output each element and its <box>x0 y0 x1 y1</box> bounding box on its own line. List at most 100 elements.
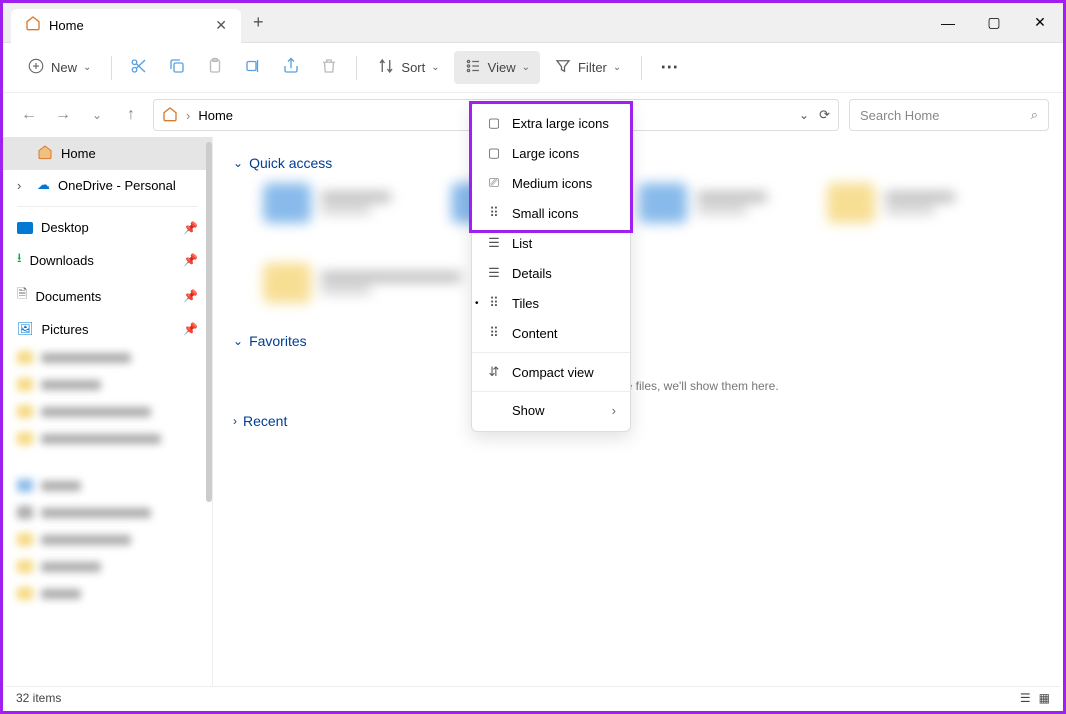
separator <box>356 56 357 80</box>
tab-close-button[interactable]: ✕ <box>215 17 227 34</box>
pictures-icon: 🖼 <box>17 321 34 337</box>
menu-item-compact-view[interactable]: ⇵Compact view <box>472 357 630 387</box>
home-icon <box>37 144 53 163</box>
copy-button[interactable] <box>160 51 194 84</box>
l-icons-icon: ▢ <box>486 145 502 161</box>
pin-icon: 📌 <box>183 289 198 303</box>
view-button[interactable]: View ⌄ <box>454 51 540 84</box>
sidebar-item-blurred[interactable] <box>3 425 212 452</box>
forward-button[interactable]: → <box>51 103 75 127</box>
details-view-toggle[interactable]: ☰ <box>1020 691 1031 705</box>
sort-icon <box>377 57 395 78</box>
rename-button[interactable] <box>236 51 270 84</box>
home-icon <box>162 106 178 125</box>
document-icon: 🗎 <box>17 285 27 307</box>
menu-item-list[interactable]: ☰List <box>472 228 630 258</box>
chevron-down-icon: ⌄ <box>431 62 439 73</box>
menu-item-small-icons[interactable]: ⠿Small icons <box>472 198 630 228</box>
scrollbar[interactable] <box>206 142 212 502</box>
menu-item-medium-icons[interactable]: ⎚Medium icons <box>472 168 630 198</box>
tiles-icon: ⠿ <box>486 295 502 311</box>
recent-header[interactable]: › Recent <box>233 413 1043 429</box>
tab-label: Home <box>49 18 84 33</box>
menu-item-extra-large-icons[interactable]: ▢Extra large icons <box>472 108 630 138</box>
sidebar-item-label: OneDrive - Personal <box>58 178 176 193</box>
chevron-down-icon[interactable]: ⌄ <box>799 108 809 122</box>
sidebar-item-downloads[interactable]: ⭳ Downloads 📌 <box>3 242 212 278</box>
sidebar-item-documents[interactable]: 🗎 Documents 📌 <box>3 278 212 314</box>
minimize-button[interactable]: — <box>925 3 971 43</box>
list-item[interactable] <box>827 183 955 223</box>
chevron-right-icon: › <box>17 178 29 193</box>
new-tab-button[interactable]: + <box>253 12 264 33</box>
filter-icon <box>554 57 572 78</box>
favorites-header[interactable]: ⌄ Favorites <box>233 333 1043 349</box>
chevron-down-icon: ⌄ <box>233 334 243 348</box>
menu-item-details[interactable]: ☰Details <box>472 258 630 288</box>
sidebar-item-blurred[interactable] <box>3 526 212 553</box>
sidebar-item-blurred[interactable] <box>3 499 212 526</box>
sidebar-item-pictures[interactable]: 🖼 Pictures 📌 <box>3 314 212 344</box>
favorites-empty-message: After you've pinned some files, we'll sh… <box>233 379 1043 393</box>
scissors-icon <box>130 57 148 78</box>
sidebar-item-label: Downloads <box>30 253 94 268</box>
menu-item-large-icons[interactable]: ▢Large icons <box>472 138 630 168</box>
titlebar: Home ✕ + — ▢ ✕ <box>3 3 1063 43</box>
sidebar-item-blurred[interactable] <box>3 553 212 580</box>
pin-icon: 📌 <box>183 221 198 235</box>
paste-button[interactable] <box>198 51 232 84</box>
pin-icon: 📌 <box>183 322 198 336</box>
list-item[interactable] <box>263 263 1043 303</box>
desktop-icon <box>17 222 33 234</box>
breadcrumb-home[interactable]: Home <box>198 108 233 123</box>
clipboard-icon <box>206 57 224 78</box>
quick-access-grid <box>263 183 1043 303</box>
chevron-down-icon: ⌄ <box>233 156 243 170</box>
sidebar-item-blurred[interactable] <box>3 371 212 398</box>
view-icon <box>464 57 482 78</box>
details-icon: ☰ <box>486 265 502 281</box>
chevron-down-icon[interactable]: ⌄ <box>85 103 109 127</box>
status-bar: 32 items ☰ ▦ <box>6 686 1060 708</box>
back-button[interactable]: ← <box>17 103 41 127</box>
sidebar-item-blurred[interactable] <box>3 344 212 371</box>
more-button[interactable]: ⋯ <box>652 51 686 84</box>
new-button[interactable]: New ⌄ <box>17 51 101 84</box>
sidebar-item-blurred[interactable] <box>3 580 212 607</box>
menu-item-content[interactable]: ⠿Content <box>472 318 630 348</box>
tab-home[interactable]: Home ✕ <box>11 9 241 43</box>
delete-button[interactable] <box>312 51 346 84</box>
chevron-down-icon: ⌄ <box>522 62 530 73</box>
sidebar-item-home[interactable]: Home <box>3 137 212 170</box>
sidebar-item-label: Pictures <box>42 322 89 337</box>
rename-icon <box>244 57 262 78</box>
chevron-down-icon: ⌄ <box>83 62 91 73</box>
list-icon: ☰ <box>486 235 502 251</box>
list-item[interactable] <box>263 183 391 223</box>
cut-button[interactable] <box>122 51 156 84</box>
menu-item-show[interactable]: Show› <box>472 396 630 425</box>
up-button[interactable]: ↑ <box>119 103 143 127</box>
search-input[interactable]: Search Home ⌕ <box>849 99 1049 131</box>
quick-access-header[interactable]: ⌄ Quick access <box>233 155 1043 171</box>
selected-dot-icon: • <box>475 298 479 309</box>
filter-button[interactable]: Filter ⌄ <box>544 51 631 84</box>
maximize-button[interactable]: ▢ <box>971 3 1017 43</box>
chevron-down-icon: ⌄ <box>613 62 621 73</box>
close-button[interactable]: ✕ <box>1017 3 1063 43</box>
list-item[interactable] <box>639 183 767 223</box>
menu-item-tiles[interactable]: •⠿Tiles <box>472 288 630 318</box>
copy-icon <box>168 57 186 78</box>
sidebar-item-desktop[interactable]: Desktop 📌 <box>3 213 212 242</box>
sidebar-item-blurred[interactable] <box>3 398 212 425</box>
sidebar: Home › ☁ OneDrive - Personal Desktop 📌 ⭳… <box>3 137 213 687</box>
thumbnail-view-toggle[interactable]: ▦ <box>1039 691 1050 705</box>
sidebar-item-blurred[interactable] <box>3 472 212 499</box>
sort-button[interactable]: Sort ⌄ <box>367 51 449 84</box>
download-icon: ⭳ <box>17 249 22 271</box>
share-button[interactable] <box>274 51 308 84</box>
content-area: ⌄ Quick access ⌄ Favorites After you've … <box>213 137 1063 687</box>
sidebar-item-onedrive[interactable]: › ☁ OneDrive - Personal <box>3 170 212 200</box>
refresh-button[interactable]: ⟳ <box>819 107 830 123</box>
xl-icons-icon: ▢ <box>486 115 502 131</box>
